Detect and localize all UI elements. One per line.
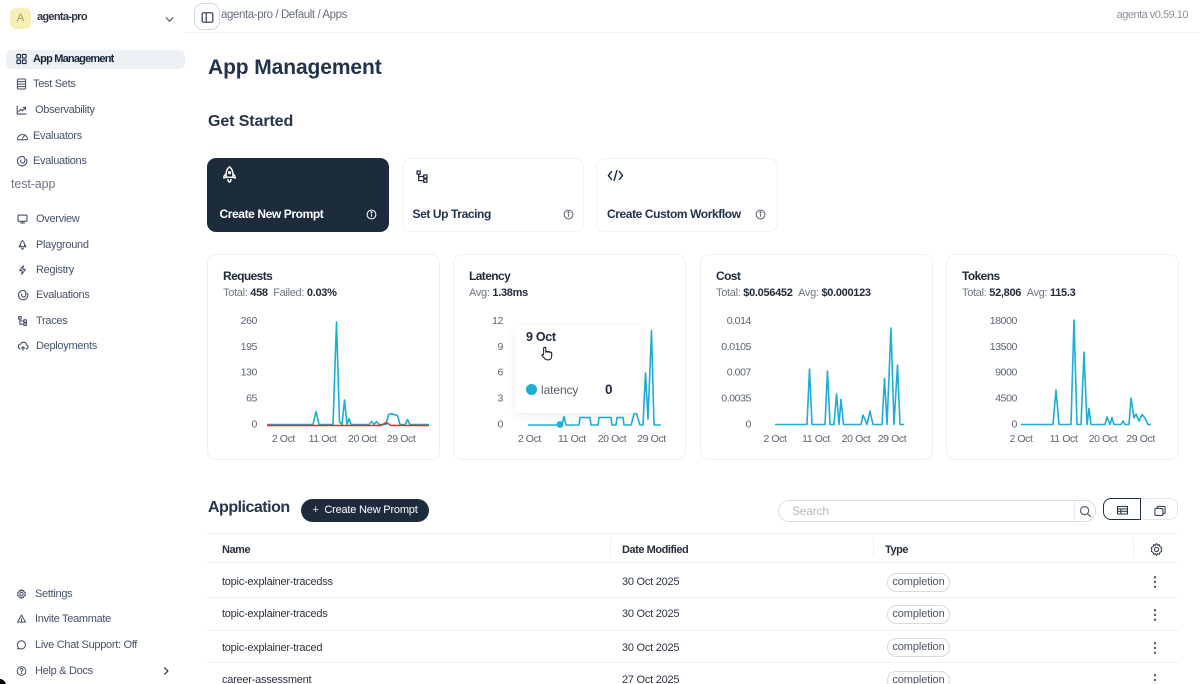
svg-text:9: 9 xyxy=(498,341,504,353)
svg-text:3: 3 xyxy=(498,393,504,405)
svg-text:20 Oct: 20 Oct xyxy=(598,433,627,445)
svg-text:0.007: 0.007 xyxy=(727,367,752,379)
svg-text:12: 12 xyxy=(492,315,503,327)
svg-text:0: 0 xyxy=(252,418,258,430)
svg-text:29 Oct: 29 Oct xyxy=(878,433,907,445)
svg-text:11 Oct: 11 Oct xyxy=(558,433,586,445)
svg-text:11 Oct: 11 Oct xyxy=(309,433,337,445)
svg-text:11 Oct: 11 Oct xyxy=(1050,433,1078,445)
svg-text:0.014: 0.014 xyxy=(727,315,752,327)
svg-text:2 Oct: 2 Oct xyxy=(763,433,787,445)
svg-text:29 Oct: 29 Oct xyxy=(1126,433,1155,445)
svg-text:0.0035: 0.0035 xyxy=(721,393,751,405)
svg-text:2 Oct: 2 Oct xyxy=(272,433,296,445)
svg-text:195: 195 xyxy=(241,341,258,353)
svg-text:0: 0 xyxy=(498,418,504,430)
svg-text:20 Oct: 20 Oct xyxy=(348,433,377,445)
svg-text:4500: 4500 xyxy=(995,393,1017,405)
svg-text:29 Oct: 29 Oct xyxy=(387,433,416,445)
svg-text:0.0105: 0.0105 xyxy=(721,341,751,353)
svg-text:29 Oct: 29 Oct xyxy=(637,433,666,445)
svg-text:0: 0 xyxy=(1012,418,1018,430)
svg-text:11 Oct: 11 Oct xyxy=(802,433,830,445)
svg-text:130: 130 xyxy=(241,367,258,379)
svg-text:13500: 13500 xyxy=(990,341,1018,353)
svg-text:2 Oct: 2 Oct xyxy=(1009,433,1033,445)
svg-text:65: 65 xyxy=(246,393,257,405)
svg-text:260: 260 xyxy=(241,315,258,327)
svg-text:0: 0 xyxy=(746,418,752,430)
svg-text:6: 6 xyxy=(498,367,504,379)
svg-text:18000: 18000 xyxy=(990,315,1018,327)
svg-text:20 Oct: 20 Oct xyxy=(842,433,871,445)
svg-text:2 Oct: 2 Oct xyxy=(518,433,542,445)
svg-text:20 Oct: 20 Oct xyxy=(1089,433,1118,445)
svg-text:9000: 9000 xyxy=(995,367,1017,379)
